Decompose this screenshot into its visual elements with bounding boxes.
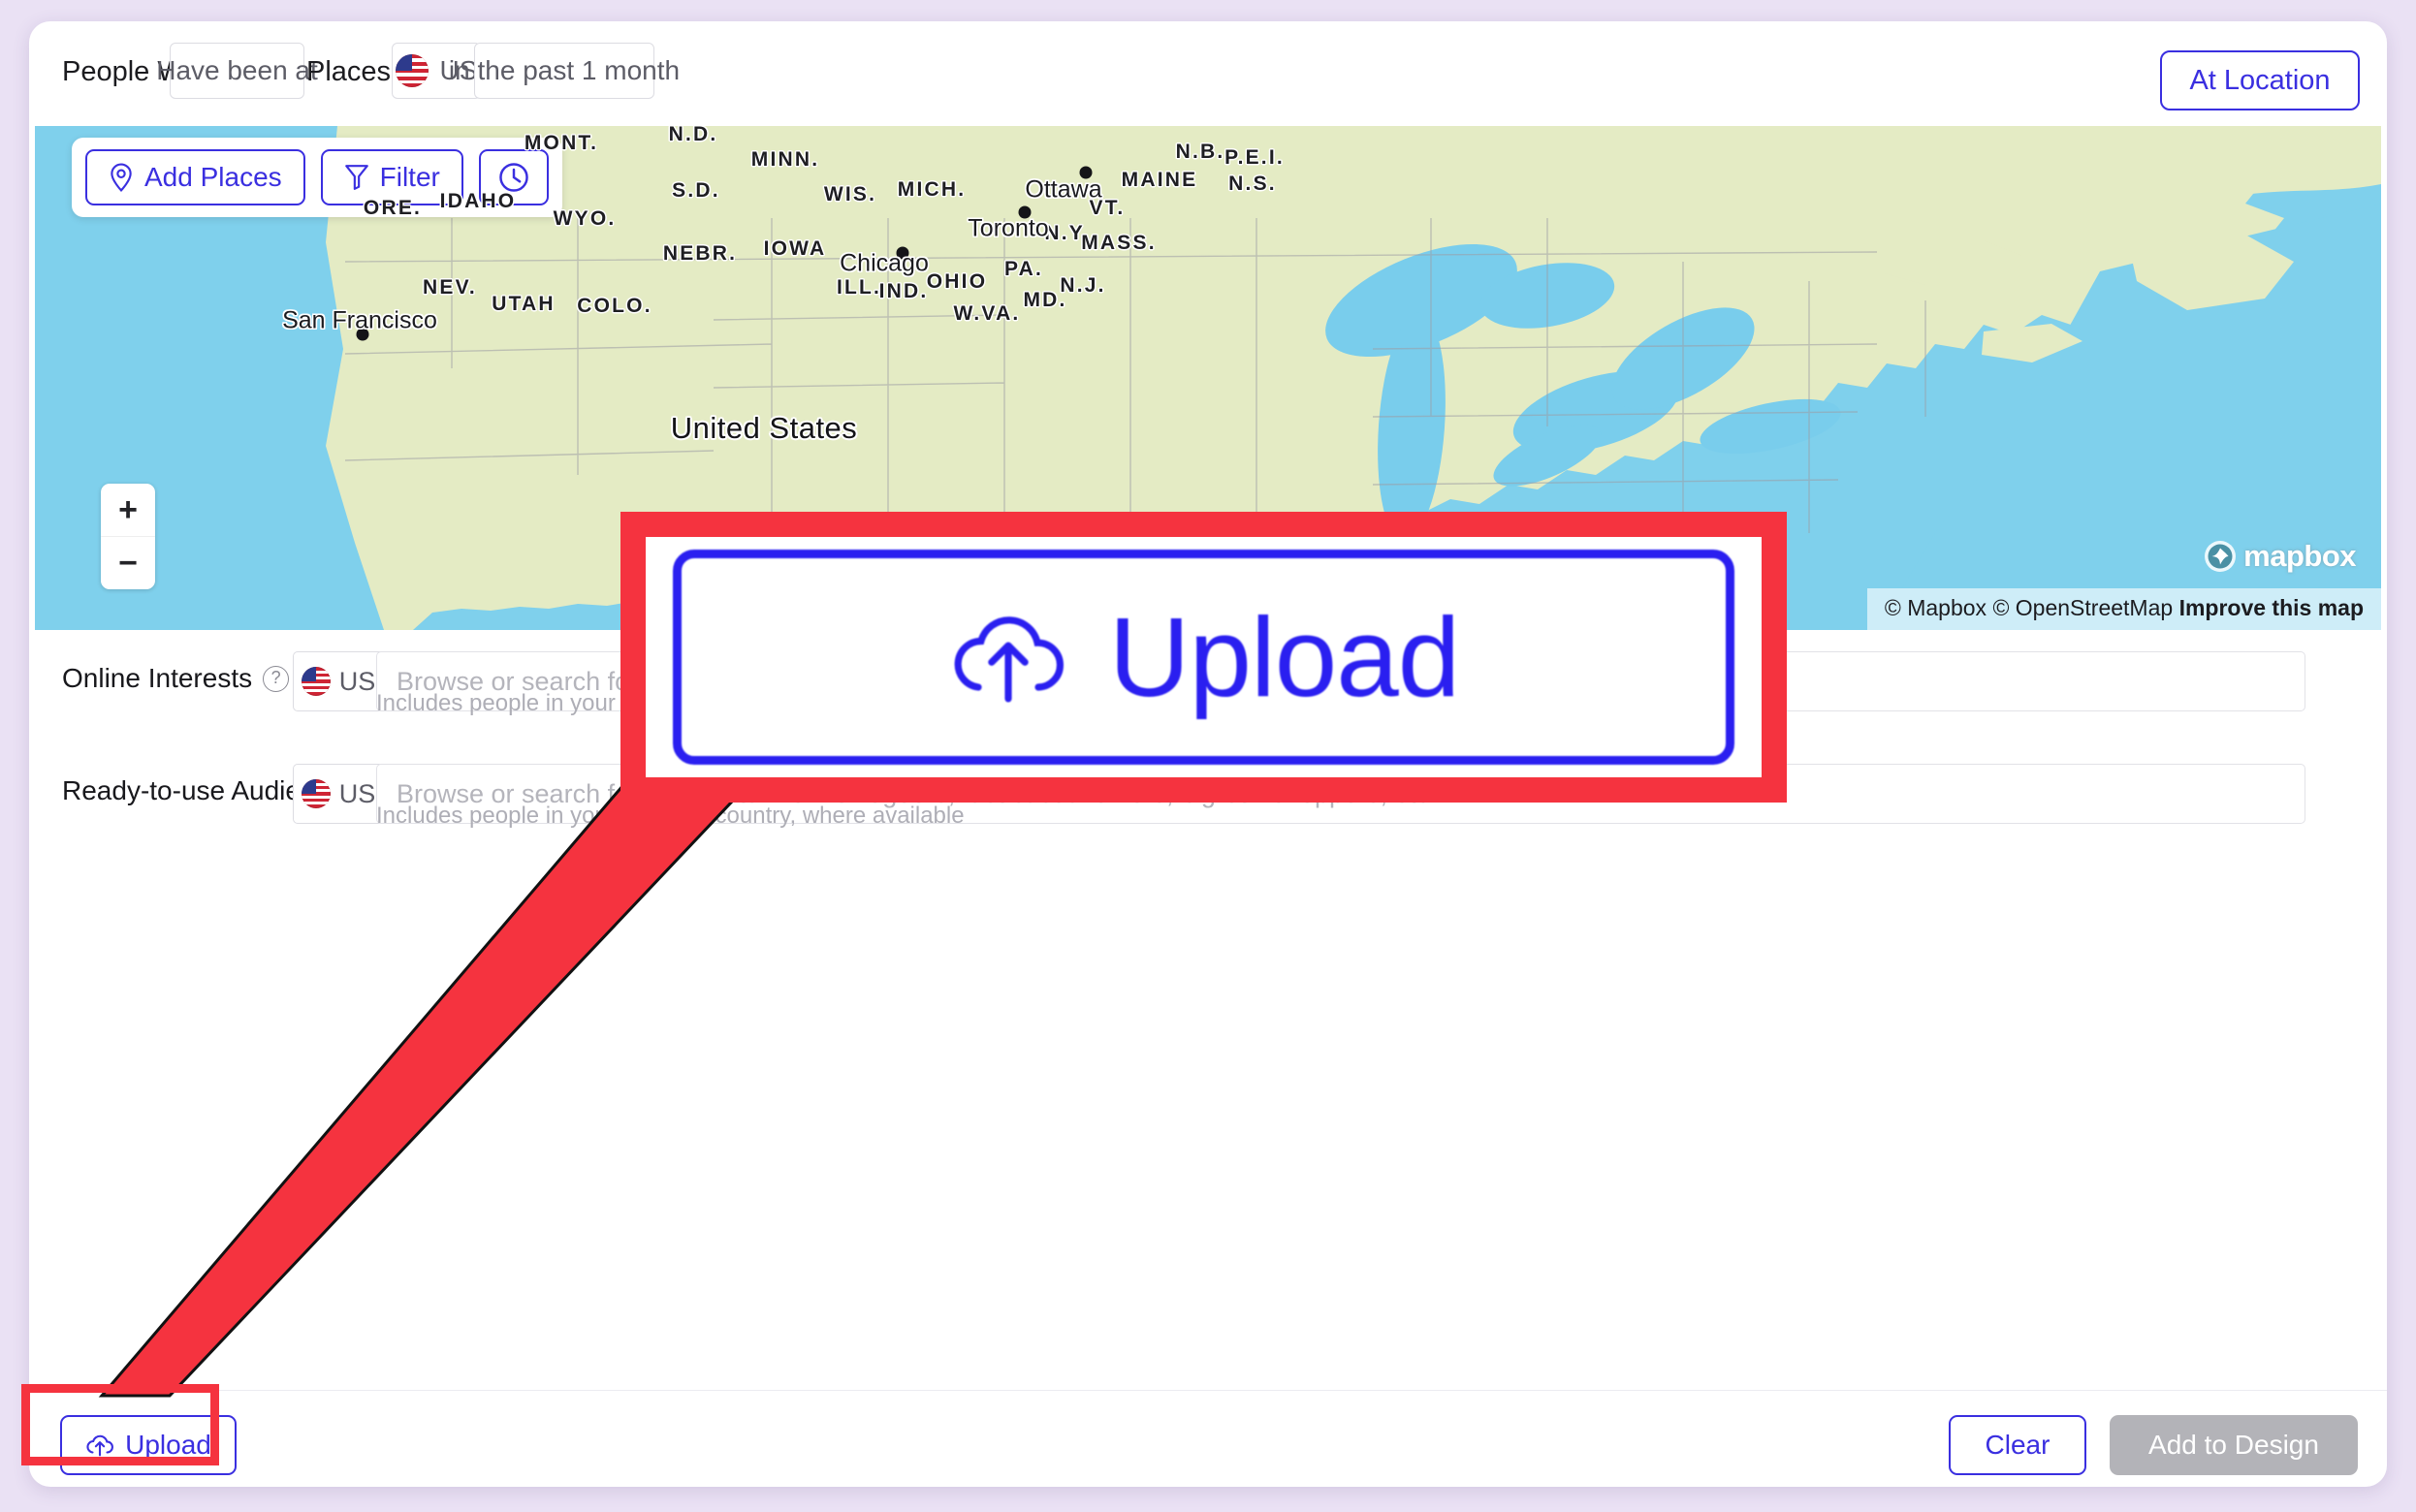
map-state-label: W.VA. [953, 302, 1021, 325]
map-state-label: N.D. [668, 126, 718, 145]
map-state-label: P.E.I. [1224, 146, 1285, 169]
footer-divider [29, 1390, 2387, 1391]
map-state-label: MONT. [524, 132, 599, 154]
online-interests-label-text: Online Interests [62, 663, 253, 693]
add-to-design-label: Add to Design [2148, 1430, 2319, 1460]
map-state-label: COLO. [577, 295, 652, 317]
upload-button-highlight [21, 1384, 219, 1465]
online-interests-label: Online Interests ? [62, 663, 290, 694]
filter-icon [344, 165, 368, 190]
map-state-label: IDAHO [439, 190, 517, 212]
cloud-upload-icon [954, 616, 1064, 703]
query-action-chip[interactable]: Have been at [156, 43, 318, 99]
filter-label: Filter [379, 162, 440, 192]
online-interests-country-select[interactable]: US [293, 651, 384, 711]
us-flag-icon [395, 54, 429, 87]
map-state-label: N.B. [1175, 141, 1225, 163]
map-state-label: MICH. [897, 178, 967, 201]
at-location-button[interactable]: At Location [2160, 50, 2360, 110]
map-state-label: MD. [1023, 289, 1067, 311]
map-state-label: NEBR. [662, 242, 738, 265]
add-to-design-button[interactable]: Add to Design [2110, 1415, 2358, 1475]
add-places-button[interactable]: Add Places [85, 149, 305, 205]
upload-button-callout: Upload [620, 512, 1787, 803]
clear-button-label: Clear [1985, 1430, 2050, 1460]
map-state-label: MASS. [1081, 232, 1157, 254]
query-time-chip[interactable]: in the past 1 month [449, 43, 680, 99]
map-city-label: Ottawa [1025, 175, 1102, 204]
callout-upload-button-magnified: Upload [673, 550, 1734, 765]
query-bar: People Who Have been at Places In US in … [29, 21, 2387, 126]
mapbox-wordmark: mapbox [2243, 539, 2356, 573]
map-country-label: United States [670, 411, 858, 445]
us-flag-icon [301, 667, 331, 696]
map-state-label: UTAH [492, 293, 556, 315]
attribution-mapbox[interactable]: © Mapbox [1885, 595, 1987, 620]
at-location-label: At Location [2189, 64, 2331, 96]
attribution-improve-link[interactable]: Improve this map [2179, 595, 2364, 620]
map-state-label: PA. [1003, 258, 1044, 280]
map-city-label: Chicago [840, 249, 929, 277]
ready-audiences-helper: Includes people in your selected country… [376, 803, 965, 829]
map-state-label: IOWA [763, 237, 827, 260]
mapbox-logo[interactable]: mapbox [2204, 539, 2356, 574]
map-state-label: WYO. [553, 207, 617, 230]
map-state-label: MAINE [1121, 169, 1198, 191]
clock-icon [499, 163, 528, 192]
ready-audiences-country-select[interactable]: US [293, 764, 384, 824]
map-state-label: MINN. [750, 148, 820, 171]
map-state-label: N.S. [1228, 173, 1277, 195]
mapbox-mark-icon [2205, 541, 2237, 572]
map-state-label: OHIO [926, 270, 988, 293]
map-state-label: ILL. [836, 276, 882, 299]
query-action-chip-label: Have been at [156, 55, 318, 85]
online-interests-country-label: US [338, 666, 376, 696]
map-city-label: San Francisco [282, 306, 437, 334]
map-state-label: NEV. [423, 276, 477, 299]
zoom-in-button[interactable]: + [101, 484, 155, 537]
zoom-out-button[interactable]: − [101, 537, 155, 589]
map-city-label: Toronto [968, 214, 1049, 242]
map-attribution: © Mapbox © OpenStreetMap Improve this ma… [1866, 588, 2381, 630]
us-flag-icon [301, 779, 331, 808]
query-time-chip-label: in the past 1 month [448, 55, 681, 85]
map-zoom-controls: + − [101, 484, 155, 589]
attribution-osm[interactable]: © OpenStreetMap [1992, 595, 2173, 620]
callout-upload-label: Upload [1108, 594, 1461, 720]
clear-button[interactable]: Clear [1949, 1415, 2086, 1475]
add-places-label: Add Places [144, 162, 282, 192]
question-mark-icon[interactable]: ? [263, 665, 290, 692]
map-state-label: S.D. [672, 179, 720, 202]
map-state-label: WIS. [823, 183, 877, 205]
location-pin-icon [111, 163, 132, 192]
ready-audiences-country-label: US [338, 778, 376, 808]
map-state-label: ORE. [363, 197, 423, 219]
map-state-label: IND. [878, 280, 929, 302]
screenshot-root: People Who Have been at Places In US in … [0, 0, 2416, 1512]
